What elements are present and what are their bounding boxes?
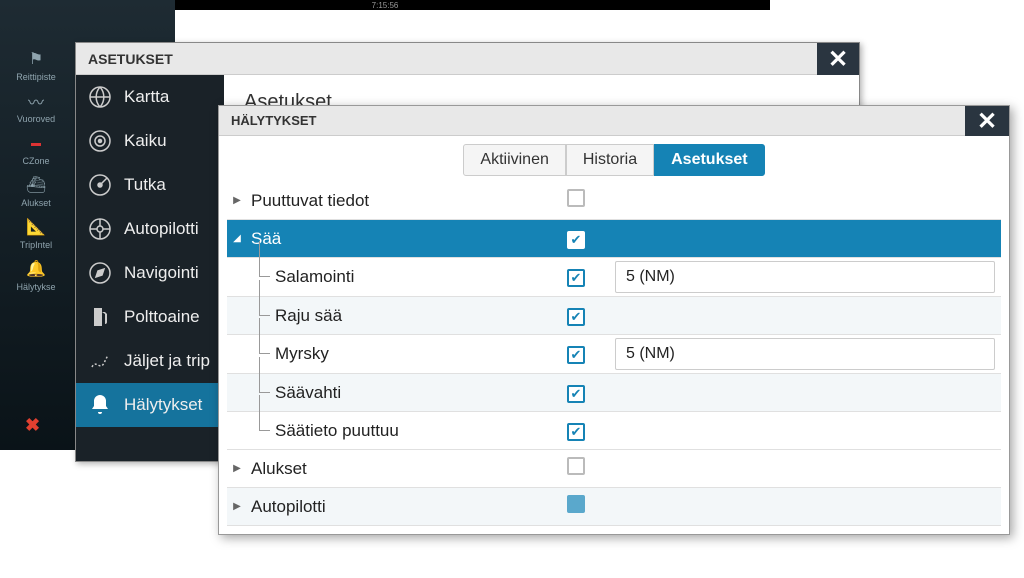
bg-sidebar-waypoints[interactable]: ⚑ Reittipiste [0,48,72,82]
bg-close-button[interactable]: ✕ [735,3,765,33]
row-puuttuvat-tiedot[interactable]: ▶ Puuttuvat tiedot [227,182,1001,220]
settings-close-button[interactable]: ✕ [817,43,859,75]
settings-sidebar: Kartta Kaiku Tutka Autopilotti Navigoint… [76,75,224,461]
bg-sidebar-czone[interactable]: ▬ CZone [0,132,72,166]
bg-sidebar-tides[interactable]: 〰 Vuoroved [0,90,72,124]
flag-icon: ⚑ [25,48,47,70]
sidebar-item-halytykset[interactable]: Hälytykset [76,383,224,427]
track-icon [88,349,112,373]
expander-icon[interactable]: ▶ [227,463,247,474]
row-saavahti[interactable]: Säävahti ✔ [227,374,1001,412]
sidebar-item-autopilotti[interactable]: Autopilotti [76,207,224,251]
globe-icon [88,85,112,109]
radar-icon [88,173,112,197]
checkbox-myrsky[interactable]: ✔ [567,346,585,364]
checkbox-puuttuvat[interactable] [567,189,585,207]
alarm-bell-icon [88,393,112,417]
checkbox-salamointi[interactable]: ✔ [567,269,585,287]
compass-icon: 📐 [25,216,47,238]
sidebar-item-tutka[interactable]: Tutka [76,163,224,207]
value-salamointi[interactable]: 5 (NM) [615,261,995,293]
checkbox-saatieto[interactable]: ✔ [567,423,585,441]
wave-icon: 〰 [25,90,47,112]
tab-aktiivinen[interactable]: Aktiivinen [463,144,565,176]
bg-sidebar-tripintel[interactable]: 📐 TripIntel [0,216,72,250]
alarms-grid: ▶ Puuttuvat tiedot ◢ Sää ✔ Salamointi ✔ … [219,182,1009,526]
checkbox-raju[interactable]: ✔ [567,308,585,326]
status-time: 7:15:56 [372,1,399,10]
vessel-icon: ⛴ [25,174,47,196]
row-autopilotti[interactable]: ▶ Autopilotti [227,488,1001,526]
bg-red-x-icon[interactable]: ✖ [25,415,40,436]
sidebar-item-polttoaine[interactable]: Polttoaine [76,295,224,339]
fuel-icon [88,305,112,329]
bg-sidebar: ⚑ Reittipiste 〰 Vuoroved ▬ CZone ⛴ Aluks… [0,40,72,300]
expander-icon[interactable]: ◢ [227,233,247,244]
row-salamointi[interactable]: Salamointi ✔ 5 (NM) [227,258,1001,297]
expander-icon[interactable]: ▶ [227,501,247,512]
sidebar-item-navigointi[interactable]: Navigointi [76,251,224,295]
row-saatieto-puuttuu[interactable]: Säätieto puuttuu ✔ [227,412,1001,450]
row-saa[interactable]: ◢ Sää ✔ [227,220,1001,258]
sidebar-item-kaiku[interactable]: Kaiku [76,119,224,163]
bell-icon: 🔔 [25,258,47,280]
czone-icon: ▬ [25,132,47,154]
value-myrsky[interactable]: 5 (NM) [615,338,995,370]
checkbox-alukset[interactable] [567,457,585,475]
row-myrsky[interactable]: Myrsky ✔ 5 (NM) [227,335,1001,374]
tab-asetukset[interactable]: Asetukset [654,144,764,176]
checkbox-saa[interactable]: ✔ [567,231,585,249]
checkbox-autopilotti[interactable] [567,495,585,513]
alarms-window: HÄLYTYKSET ✕ Aktiivinen Historia Asetuks… [218,105,1010,535]
alarms-tabs: Aktiivinen Historia Asetukset [219,144,1009,176]
sonar-icon [88,129,112,153]
row-alukset[interactable]: ▶ Alukset [227,450,1001,488]
bg-sidebar-alarms[interactable]: 🔔 Hälytykse [0,258,72,292]
sidebar-item-kartta[interactable]: Kartta [76,75,224,119]
wheel-icon [88,217,112,241]
nav-compass-icon [88,261,112,285]
settings-window-title: ASETUKSET [76,43,859,75]
bg-sidebar-vessels[interactable]: ⛴ Alukset [0,174,72,208]
checkbox-saavahti[interactable]: ✔ [567,385,585,403]
expander-icon[interactable]: ▶ [227,195,247,206]
tab-historia[interactable]: Historia [566,144,654,176]
alarms-window-title: HÄLYTYKSET [219,106,1009,136]
sidebar-item-jaljet[interactable]: Jäljet ja trip [76,339,224,383]
row-raju-saa[interactable]: Raju sää ✔ [227,297,1001,335]
alarms-close-button[interactable]: ✕ [965,106,1009,136]
